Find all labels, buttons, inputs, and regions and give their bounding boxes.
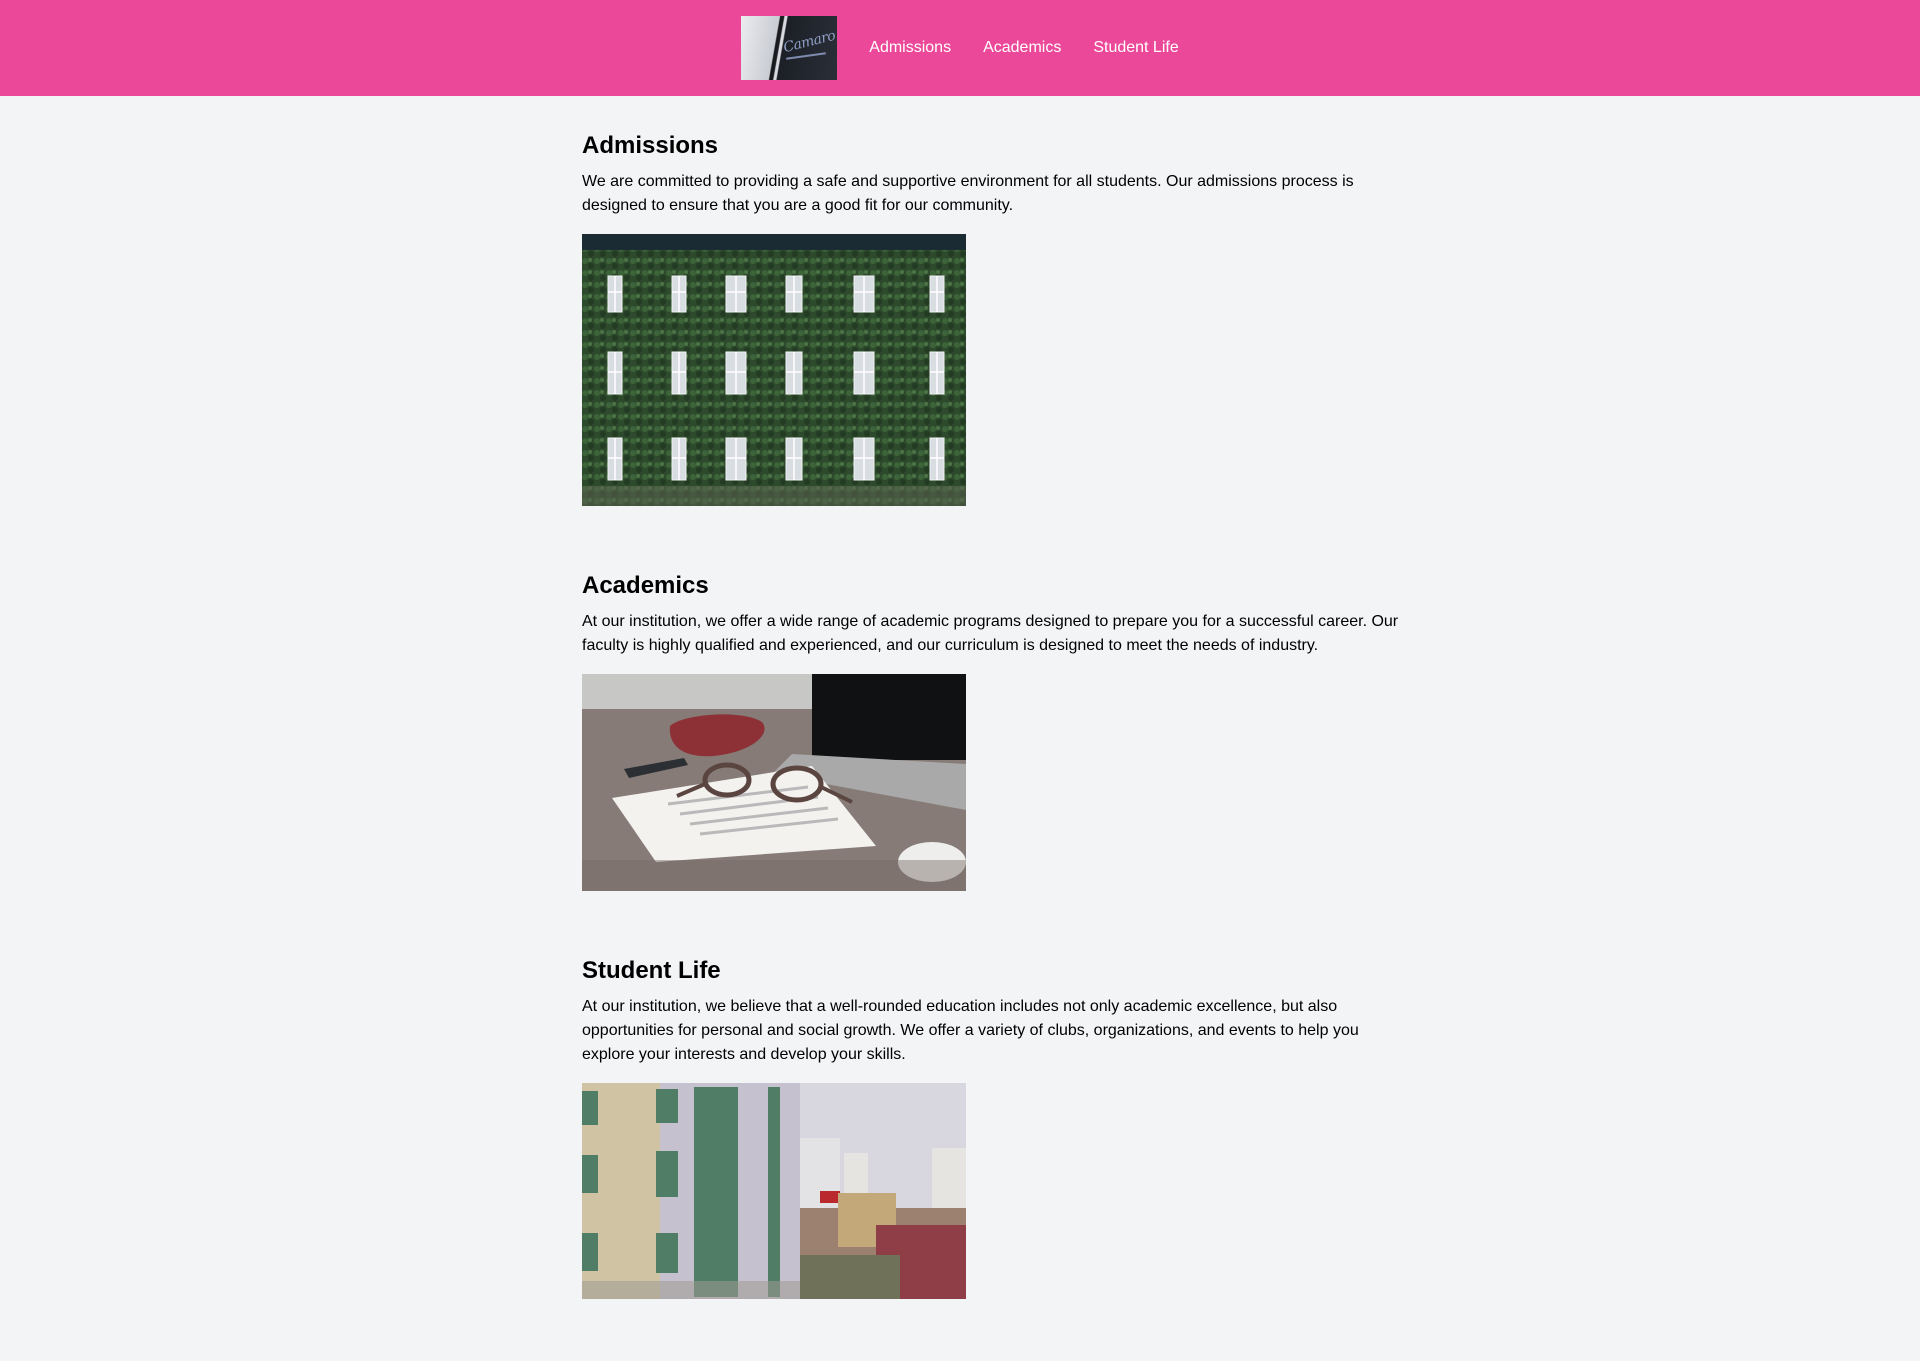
section-title: Admissions: [582, 132, 719, 159]
admissions-section: Admissions We are committed to providing…: [582, 132, 1410, 506]
student-life-section: Student Life At our institution, we beli…: [582, 957, 1410, 1299]
nav-link-student-life[interactable]: Student Life: [1093, 39, 1178, 57]
nav-link-academics[interactable]: Academics: [983, 39, 1061, 57]
nav-link-admissions[interactable]: Admissions: [869, 39, 951, 57]
section-body: We are committed to providing a safe and…: [582, 173, 1354, 214]
logo-script-text: Camaro: [782, 27, 838, 57]
main-content: Admissions We are committed to providing…: [510, 132, 1410, 1299]
site-logo[interactable]: Camaro: [741, 16, 838, 80]
section-body: At our institution, we offer a wide rang…: [582, 613, 1399, 654]
section-title: Academics: [582, 572, 709, 599]
section-body: At our institution, we believe that a we…: [582, 998, 1359, 1063]
section-title: Student Life: [582, 957, 721, 984]
top-navigation-bar: Camaro Admissions Academics Student Life: [0, 0, 1920, 96]
ivy-building-photo: [582, 234, 966, 506]
laptop-desk-photo: [582, 674, 966, 891]
main-nav: Admissions Academics Student Life: [869, 39, 1178, 57]
academics-section: Academics At our institution, we offer a…: [582, 572, 1410, 891]
city-buildings-photo: [582, 1083, 966, 1299]
